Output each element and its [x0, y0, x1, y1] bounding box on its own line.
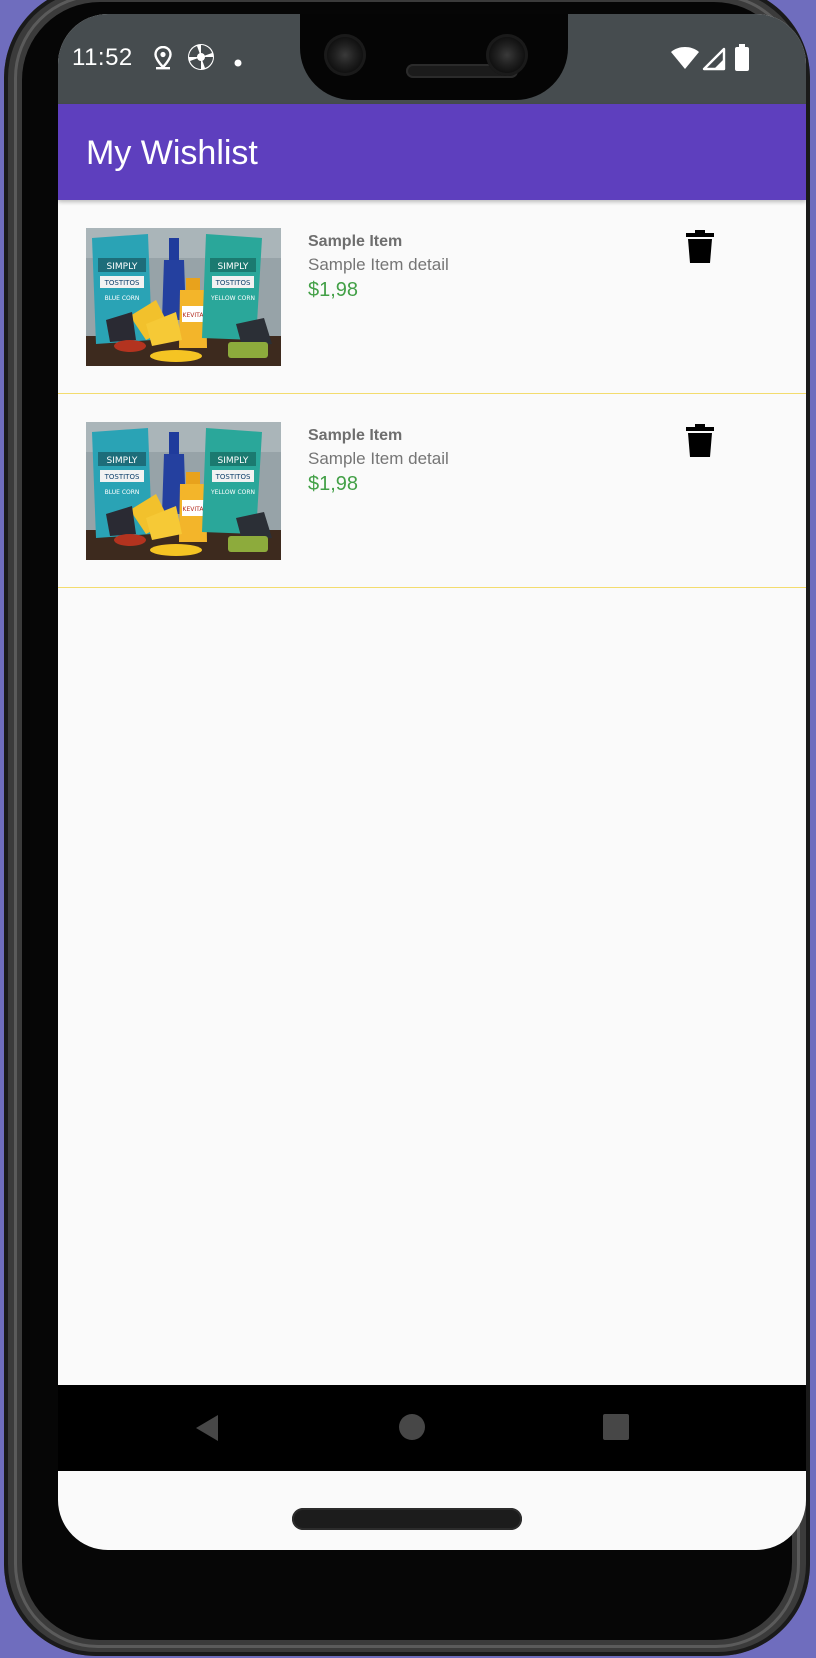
- wishlist-list: SIMPLY TOSTITOS BLUE CORN KEVITA SIMPLY …: [58, 200, 806, 588]
- trash-icon[interactable]: [682, 424, 718, 464]
- front-camera-right: [486, 34, 528, 76]
- location-pin-icon: [154, 45, 172, 75]
- item-name: Sample Item: [308, 233, 403, 250]
- page-title: My Wishlist: [86, 134, 258, 172]
- battery-icon: [734, 44, 750, 77]
- cellular-icon: [702, 47, 726, 76]
- svg-text:SIMPLY: SIMPLY: [218, 262, 249, 272]
- svg-text:YELLOW CORN: YELLOW CORN: [210, 489, 255, 496]
- product-image: SIMPLY TOSTITOS BLUE CORN KEVITA SIMPLY …: [86, 422, 281, 560]
- home-icon[interactable]: [398, 1413, 426, 1446]
- list-item[interactable]: SIMPLY TOSTITOS BLUE CORN KEVITA SIMPLY …: [58, 200, 806, 394]
- item-price: $1,98: [308, 473, 359, 495]
- recents-icon[interactable]: [602, 1413, 630, 1446]
- item-detail: Sample Item detail: [308, 449, 449, 468]
- svg-text:SIMPLY: SIMPLY: [107, 456, 138, 466]
- status-time: 11:52: [72, 44, 133, 71]
- svg-text:BLUE CORN: BLUE CORN: [105, 489, 140, 496]
- svg-text:SIMPLY: SIMPLY: [218, 456, 249, 466]
- item-price: $1,98: [308, 279, 359, 301]
- svg-text:KEVITA: KEVITA: [183, 506, 205, 513]
- svg-text:TOSTITOS: TOSTITOS: [104, 473, 140, 481]
- list-item[interactable]: SIMPLY TOSTITOS BLUE CORN KEVITA SIMPLY …: [58, 394, 806, 588]
- trash-icon[interactable]: [682, 230, 718, 270]
- item-name: Sample Item: [308, 427, 403, 444]
- item-detail: Sample Item detail: [308, 255, 449, 274]
- dot-icon: [234, 54, 242, 72]
- app-bar: My Wishlist: [58, 104, 806, 200]
- svg-text:YELLOW CORN: YELLOW CORN: [210, 295, 255, 302]
- product-image: SIMPLY TOSTITOS BLUE CORN KEVITA SIMPLY …: [86, 228, 281, 366]
- screen: 11:52 My Wishlist SIMPLY TOSTITOS BLUE C…: [58, 14, 806, 1550]
- svg-text:SIMPLY: SIMPLY: [107, 262, 138, 272]
- navigation-bar: [58, 1385, 806, 1471]
- svg-text:KEVITA: KEVITA: [183, 312, 205, 319]
- svg-text:TOSTITOS: TOSTITOS: [104, 279, 140, 287]
- phone-frame: 11:52 My Wishlist SIMPLY TOSTITOS BLUE C…: [4, 0, 810, 1656]
- phone-bezel: 11:52 My Wishlist SIMPLY TOSTITOS BLUE C…: [14, 0, 806, 1648]
- camera-notch: [300, 14, 568, 100]
- wifi-icon: [670, 46, 700, 75]
- svg-text:BLUE CORN: BLUE CORN: [105, 295, 140, 302]
- status-bar: 11:52: [58, 14, 806, 104]
- front-camera-left: [324, 34, 366, 76]
- back-icon[interactable]: [194, 1413, 220, 1448]
- bottom-speaker: [292, 1508, 522, 1530]
- svg-text:TOSTITOS: TOSTITOS: [215, 473, 251, 481]
- svg-text:TOSTITOS: TOSTITOS: [215, 279, 251, 287]
- pinwheel-icon: [186, 42, 216, 77]
